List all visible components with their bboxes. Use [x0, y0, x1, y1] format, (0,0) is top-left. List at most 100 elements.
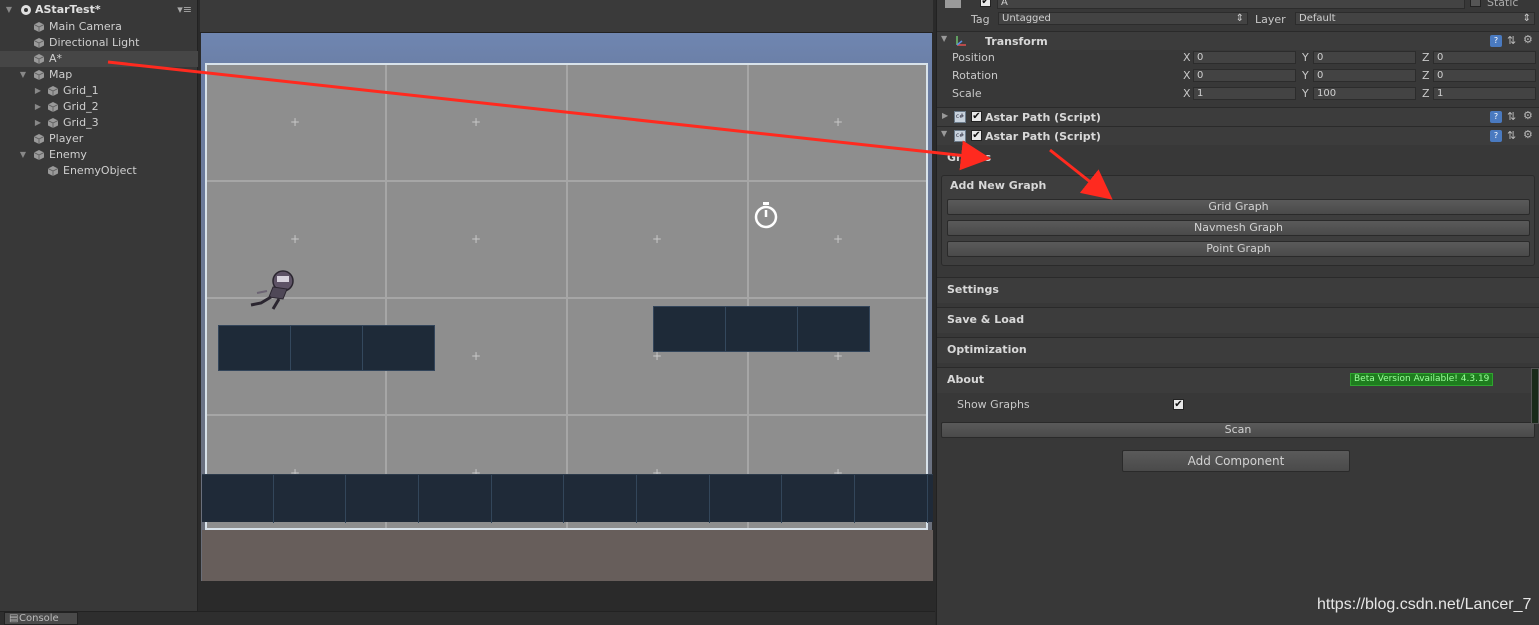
expand-arrow-icon[interactable]: ▼ [18, 67, 28, 83]
hierarchy-item-label: Grid_2 [63, 100, 99, 113]
hierarchy-item-label: Enemy [49, 148, 87, 161]
layer-label: Layer [1255, 13, 1286, 26]
hierarchy-item-directional-light[interactable]: Directional Light [0, 35, 198, 51]
point-graph-button[interactable]: Point Graph [947, 241, 1530, 257]
hierarchy-item-label: EnemyObject [63, 164, 137, 177]
hierarchy-item-enemy[interactable]: ▼ Enemy [0, 147, 198, 163]
node-plus-icon: + [652, 232, 663, 246]
expand-arrow-icon[interactable]: ▼ [18, 147, 28, 163]
object-name-field[interactable]: A [997, 0, 1465, 9]
optimization-section[interactable]: Optimization [937, 337, 1539, 363]
settings-section[interactable]: Settings [937, 277, 1539, 303]
about-section[interactable]: About Beta Version Available! 4.3.19 [937, 367, 1539, 393]
navmesh-graph-button[interactable]: Navmesh Graph [947, 220, 1530, 236]
component-enabled-checkbox[interactable]: ✔ [971, 111, 982, 122]
axis-x-label: X [1183, 51, 1191, 64]
hierarchy-item-label: Player [49, 132, 84, 145]
console-tab[interactable]: ▤ Console [4, 612, 78, 625]
collapse-arrow-icon[interactable]: ▶ [33, 115, 43, 131]
gameobject-cube-icon [34, 54, 44, 64]
preset-icon[interactable]: ⇅ [1507, 110, 1516, 123]
collapse-arrow-icon[interactable]: ▶ [33, 99, 43, 115]
stopwatch-icon[interactable] [753, 201, 779, 229]
astar-path-header-expanded[interactable]: ▼ c# ✔ Astar Path (Script) ? ⇅ ⚙ [937, 126, 1539, 145]
node-plus-icon: + [471, 232, 482, 246]
grid-graph-button[interactable]: Grid Graph [947, 199, 1530, 215]
player-sprite[interactable] [243, 267, 301, 313]
script-icon: c# [954, 130, 966, 142]
layer-dropdown[interactable]: Default ⇕ [1295, 12, 1535, 25]
scale-z-field[interactable]: 1 [1433, 87, 1536, 100]
hierarchy-item-map[interactable]: ▼ Map [0, 67, 198, 83]
rotation-z-field[interactable]: 0 [1433, 69, 1536, 82]
save-load-section[interactable]: Save & Load [937, 307, 1539, 333]
gear-icon[interactable]: ⚙ [1523, 109, 1533, 122]
dropdown-arrows-icon: ⇕ [1235, 13, 1244, 24]
axis-z-label: Z [1422, 51, 1430, 64]
gameobject-cube-icon [48, 102, 58, 112]
help-icon[interactable]: ? [1490, 130, 1502, 142]
node-plus-icon: + [290, 232, 301, 246]
transform-header[interactable]: ▼ Transform ? ⇅ ⚙ [937, 31, 1539, 50]
hierarchy-menu-icon[interactable]: ▾≡ [177, 2, 192, 18]
astar-path-header-collapsed[interactable]: ▶ c# ✔ Astar Path (Script) ? ⇅ ⚙ [937, 107, 1539, 126]
watermark-text: https://blog.csdn.net/Lancer_7 [1317, 596, 1532, 613]
scale-x-field[interactable]: 1 [1193, 87, 1296, 100]
beta-version-badge[interactable]: Beta Version Available! 4.3.19 [1350, 373, 1494, 386]
add-new-graph-box: Add New Graph Grid Graph Navmesh Graph P… [941, 175, 1535, 266]
node-plus-icon: + [652, 349, 663, 363]
component-enabled-checkbox[interactable]: ✔ [971, 130, 982, 141]
scan-button[interactable]: Scan [941, 422, 1535, 438]
position-z-field[interactable]: 0 [1433, 51, 1536, 64]
expand-arrow-icon[interactable]: ▼ [4, 2, 14, 18]
scene-view[interactable]: + + + + + + + + + + + + + + [200, 0, 933, 612]
gameobject-cube-icon [34, 150, 44, 160]
hierarchy-item-grid-2[interactable]: ▶ Grid_2 [0, 99, 198, 115]
preset-icon[interactable]: ⇅ [1507, 34, 1516, 47]
rotation-x-field[interactable]: 0 [1193, 69, 1296, 82]
platform-left[interactable] [218, 325, 435, 371]
ground-tiles[interactable] [202, 474, 933, 523]
hierarchy-item-enemyobject[interactable]: EnemyObject [0, 163, 198, 179]
hierarchy-item-grid-3[interactable]: ▶ Grid_3 [0, 115, 198, 131]
tag-dropdown[interactable]: Untagged ⇕ [998, 12, 1248, 25]
scene-name: AStarTest* [35, 3, 101, 16]
hierarchy-item-astar[interactable]: A* [0, 51, 198, 67]
hierarchy-item-main-camera[interactable]: Main Camera [0, 19, 198, 35]
rotation-y-field[interactable]: 0 [1313, 69, 1416, 82]
gear-icon[interactable]: ⚙ [1523, 33, 1533, 46]
scale-y-field[interactable]: 100 [1313, 87, 1416, 100]
hierarchy-item-grid-1[interactable]: ▶ Grid_1 [0, 83, 198, 99]
gameobject-cube-icon [48, 86, 58, 96]
axis-z-label: Z [1422, 87, 1430, 100]
scene-canvas[interactable]: + + + + + + + + + + + + + + [201, 33, 933, 581]
collapse-arrow-icon[interactable]: ▶ [942, 111, 948, 120]
add-component-button[interactable]: Add Component [1122, 450, 1350, 472]
section-title: Settings [947, 283, 999, 296]
grid-line [207, 297, 926, 299]
node-plus-icon: + [833, 115, 844, 129]
axis-x-label: X [1183, 69, 1191, 82]
preset-icon[interactable]: ⇅ [1507, 129, 1516, 142]
position-y-field[interactable]: 0 [1313, 51, 1416, 64]
section-title: About [947, 373, 985, 386]
static-checkbox[interactable] [1470, 0, 1481, 7]
expand-arrow-icon[interactable]: ▼ [941, 129, 947, 138]
platform-right[interactable] [653, 306, 870, 352]
hierarchy-item-label: Map [49, 68, 73, 81]
graphs-label[interactable]: Graphs [947, 151, 991, 164]
hierarchy-item-player[interactable]: Player [0, 131, 198, 147]
help-icon[interactable]: ? [1490, 35, 1502, 47]
node-plus-icon: + [471, 349, 482, 363]
collapse-arrow-icon[interactable]: ▶ [33, 83, 43, 99]
scene-root-row[interactable]: ▼ AStarTest* ▾≡ [0, 2, 198, 18]
show-graphs-checkbox[interactable]: ✔ [1173, 399, 1184, 410]
help-icon[interactable]: ? [1490, 111, 1502, 123]
active-checkbox[interactable]: ✔ [980, 0, 991, 7]
expand-arrow-icon[interactable]: ▼ [941, 34, 947, 43]
gear-icon[interactable]: ⚙ [1523, 128, 1533, 141]
rotation-label: Rotation [952, 69, 999, 82]
component-title: Astar Path (Script) [985, 111, 1101, 124]
add-new-graph-label: Add New Graph [950, 179, 1047, 192]
position-x-field[interactable]: 0 [1193, 51, 1296, 64]
